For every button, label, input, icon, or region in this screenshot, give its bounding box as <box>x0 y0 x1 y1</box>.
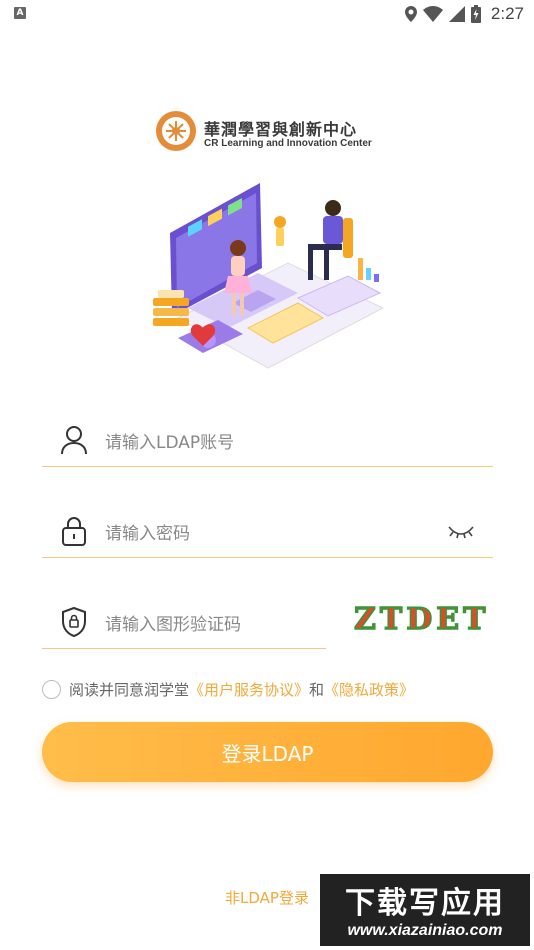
wifi-icon <box>422 6 443 22</box>
watermark-url: www.xiazainiao.com <box>347 922 503 939</box>
captcha-input[interactable]: 请输入图形验证码 <box>105 610 241 635</box>
brand-logo: 華潤學習與創新中心 CR Learning and Innovation Cen… <box>156 111 386 157</box>
logo-title: 華潤學習與創新中心 <box>204 120 358 139</box>
user-agreement-link[interactable]: 《用户服务协议》 <box>189 679 309 700</box>
lock-icon <box>62 517 86 546</box>
non-ldap-login-link[interactable]: 非LDAP登录 <box>225 887 309 908</box>
eye-closed-icon[interactable] <box>447 521 475 541</box>
status-bar: A 2:27 <box>0 0 534 28</box>
agreement-row: 阅读并同意润学堂 《用户服务协议》 和 《隐私政策》 <box>42 677 414 701</box>
logo-subtitle: CR Learning and Innovation Center <box>204 138 372 149</box>
ldap-account-field[interactable]: 请输入LDAP账号 <box>42 418 493 467</box>
agree-radio[interactable] <box>42 679 61 699</box>
captcha-field[interactable]: 请输入图形验证码 <box>42 600 326 649</box>
battery-charging-icon <box>470 5 481 23</box>
location-icon <box>404 6 417 22</box>
password-field[interactable]: 请输入密码 <box>42 509 493 558</box>
signal-icon <box>448 6 465 22</box>
login-ldap-button[interactable]: 登录LDAP <box>42 722 493 782</box>
agreement-text: 阅读并同意润学堂 <box>69 680 190 699</box>
login-button-label: 登录LDAP <box>221 741 314 766</box>
watermark-title: 下载写应用 <box>345 886 505 921</box>
user-icon <box>61 426 87 455</box>
logo-emblem-icon <box>156 111 196 151</box>
status-time: 2:27 <box>490 4 524 23</box>
watermark: 下载写应用 www.xiazainiao.com <box>320 874 530 946</box>
password-input[interactable]: 请输入密码 <box>105 519 190 544</box>
captcha-text: ZTDET <box>354 602 489 637</box>
notification-icon: A <box>14 7 26 19</box>
login-illustration <box>153 183 385 369</box>
ldap-account-input[interactable]: 请输入LDAP账号 <box>105 428 234 453</box>
agreement-and: 和 <box>309 680 325 699</box>
privacy-policy-link[interactable]: 《隐私政策》 <box>324 679 414 700</box>
captcha-image[interactable]: ZTDET <box>350 598 490 638</box>
shield-icon <box>62 606 86 638</box>
